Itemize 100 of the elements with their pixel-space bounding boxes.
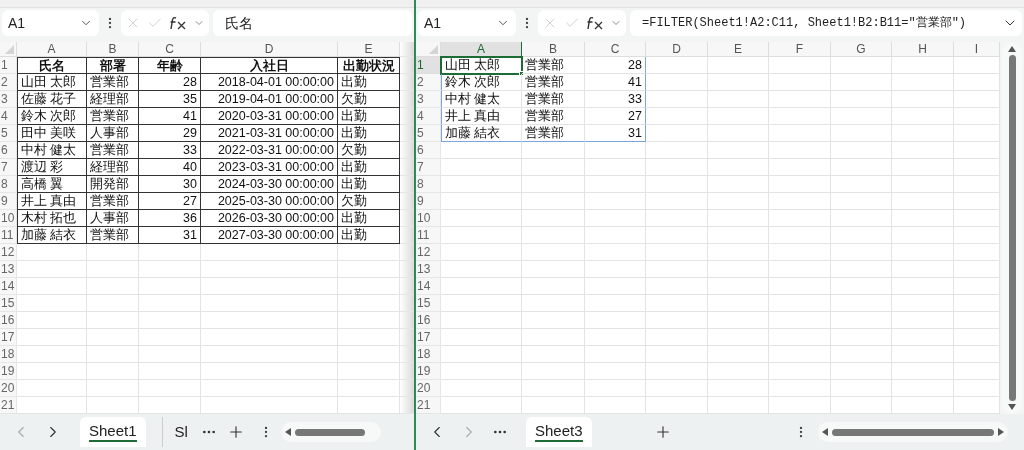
empty-cell[interactable] <box>831 74 892 91</box>
empty-cell[interactable] <box>201 244 338 261</box>
row-header[interactable]: 8 <box>0 176 17 193</box>
empty-cell[interactable] <box>954 125 1000 142</box>
empty-cell[interactable] <box>708 227 769 244</box>
empty-cell[interactable] <box>708 346 769 363</box>
row-header[interactable]: 9 <box>0 193 17 210</box>
empty-cell[interactable] <box>585 193 646 210</box>
row-header[interactable]: 2 <box>0 74 17 91</box>
row-header[interactable]: 7 <box>0 159 17 176</box>
empty-cell[interactable] <box>646 125 708 142</box>
empty-cell[interactable] <box>831 57 892 74</box>
empty-cell[interactable] <box>831 176 892 193</box>
empty-cell[interactable] <box>646 363 708 380</box>
empty-cell[interactable] <box>954 91 1000 108</box>
row-header[interactable]: 18 <box>416 346 441 363</box>
empty-cell[interactable] <box>522 210 585 227</box>
empty-cell[interactable] <box>708 74 769 91</box>
empty-cell[interactable] <box>585 159 646 176</box>
empty-cell[interactable] <box>87 380 139 397</box>
row-header[interactable]: 19 <box>416 363 441 380</box>
column-header[interactable]: I <box>954 42 1000 57</box>
empty-cell[interactable] <box>831 159 892 176</box>
row-header[interactable]: 11 <box>416 227 441 244</box>
empty-cell[interactable] <box>201 363 338 380</box>
empty-cell[interactable] <box>769 159 831 176</box>
empty-cell[interactable] <box>954 346 1000 363</box>
column-header[interactable]: G <box>831 42 892 57</box>
empty-cell[interactable] <box>646 210 708 227</box>
empty-cell[interactable] <box>646 312 708 329</box>
empty-cell[interactable] <box>954 295 1000 312</box>
scrollbar-thumb[interactable] <box>1008 55 1016 401</box>
empty-cell[interactable] <box>954 176 1000 193</box>
empty-cell[interactable] <box>201 312 338 329</box>
row-header[interactable]: 1 <box>0 57 17 74</box>
empty-cell[interactable] <box>522 329 585 346</box>
empty-cell[interactable] <box>646 74 708 91</box>
empty-cell[interactable] <box>708 142 769 159</box>
empty-cell[interactable] <box>954 312 1000 329</box>
empty-cell[interactable] <box>708 57 769 74</box>
empty-cell[interactable] <box>892 74 954 91</box>
name-box[interactable]: A1 <box>418 10 516 36</box>
empty-cell[interactable] <box>522 142 585 159</box>
row-header[interactable]: 4 <box>416 108 441 125</box>
empty-cell[interactable] <box>585 380 646 397</box>
empty-cell[interactable] <box>522 261 585 278</box>
empty-cell[interactable] <box>769 125 831 142</box>
empty-cell[interactable] <box>585 312 646 329</box>
empty-cell[interactable] <box>646 108 708 125</box>
empty-cell[interactable] <box>769 278 831 295</box>
empty-cell[interactable] <box>646 159 708 176</box>
row-header[interactable]: 15 <box>0 295 17 312</box>
row-header[interactable]: 17 <box>0 329 17 346</box>
empty-cell[interactable] <box>201 380 338 397</box>
empty-cell[interactable] <box>708 159 769 176</box>
empty-cell[interactable] <box>522 278 585 295</box>
column-header[interactable]: C <box>585 42 646 57</box>
row-header[interactable]: 8 <box>416 176 441 193</box>
empty-cell[interactable] <box>892 329 954 346</box>
empty-cell[interactable] <box>954 261 1000 278</box>
name-box[interactable]: A1 <box>2 10 99 36</box>
empty-cell[interactable] <box>139 244 201 261</box>
empty-cell[interactable] <box>831 244 892 261</box>
function-icon[interactable] <box>169 16 187 30</box>
empty-cell[interactable] <box>831 363 892 380</box>
row-header[interactable]: 19 <box>0 363 17 380</box>
empty-cell[interactable] <box>708 176 769 193</box>
horizontal-scrollbar[interactable] <box>817 422 1008 442</box>
empty-cell[interactable] <box>139 346 201 363</box>
empty-cell[interactable] <box>831 91 892 108</box>
empty-cell[interactable] <box>892 261 954 278</box>
empty-cell[interactable] <box>892 142 954 159</box>
empty-cell[interactable] <box>769 312 831 329</box>
row-header[interactable]: 16 <box>416 312 441 329</box>
empty-cell[interactable] <box>87 363 139 380</box>
sheet-tab[interactable]: Sl <box>161 417 197 447</box>
empty-cell[interactable] <box>708 278 769 295</box>
sheet-tab[interactable]: Sheet3 <box>526 417 592 447</box>
column-header[interactable]: D <box>646 42 708 57</box>
empty-cell[interactable] <box>954 193 1000 210</box>
empty-cell[interactable] <box>139 363 201 380</box>
empty-cell[interactable] <box>201 346 338 363</box>
column-header[interactable]: A <box>17 42 87 57</box>
empty-cell[interactable] <box>769 91 831 108</box>
empty-cell[interactable] <box>87 329 139 346</box>
empty-cell[interactable] <box>892 176 954 193</box>
empty-cell[interactable] <box>892 227 954 244</box>
empty-cell[interactable] <box>769 346 831 363</box>
row-header[interactable]: 11 <box>0 227 17 244</box>
empty-cell[interactable] <box>522 380 585 397</box>
empty-cell[interactable] <box>646 346 708 363</box>
empty-cell[interactable] <box>831 329 892 346</box>
scrollbar-thumb[interactable] <box>294 428 365 436</box>
scroll-right-icon[interactable] <box>997 428 1004 436</box>
empty-cell[interactable] <box>139 380 201 397</box>
empty-cell[interactable] <box>646 142 708 159</box>
empty-cell[interactable] <box>769 108 831 125</box>
row-header[interactable]: 21 <box>416 397 441 414</box>
empty-cell[interactable] <box>585 346 646 363</box>
column-header[interactable]: B <box>87 42 139 57</box>
